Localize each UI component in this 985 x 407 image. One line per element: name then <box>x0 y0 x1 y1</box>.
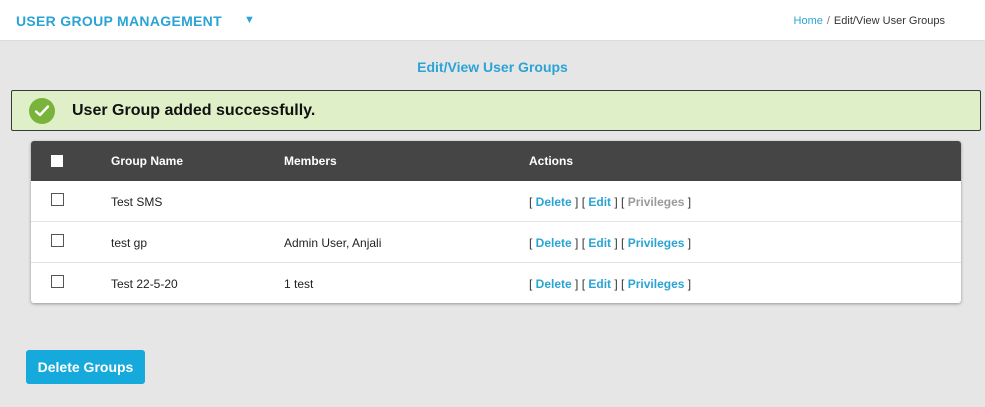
breadcrumb-current: Edit/View User Groups <box>833 15 945 27</box>
column-members: Members <box>284 154 337 168</box>
row-checkbox[interactable] <box>51 275 64 288</box>
group-members: 1 test <box>284 277 314 291</box>
top-bar: USER GROUP MANAGEMENT ▼ Home / Edit/View U… <box>0 0 985 41</box>
edit-link[interactable]: Edit <box>588 277 611 291</box>
breadcrumb-home-link[interactable]: Home <box>794 15 823 27</box>
row-actions: [ Delete ] [ Edit ] [ Privileges ] <box>529 277 692 291</box>
row-checkbox[interactable] <box>51 193 64 206</box>
select-all-checkbox[interactable] <box>51 155 63 167</box>
caret-down-icon[interactable]: ▼ <box>244 14 255 26</box>
delete-link[interactable]: Delete <box>536 236 572 250</box>
check-circle-icon <box>29 98 55 124</box>
group-members: Admin User, Anjali <box>284 236 382 250</box>
table-row: Test 22-5-20 1 test [ Delete ] [ Edit ] … <box>31 263 961 303</box>
alert-message: User Group added successfully. <box>72 102 316 119</box>
column-group-name: Group Name <box>111 154 184 168</box>
delete-groups-button[interactable]: Delete Groups <box>26 350 145 384</box>
module-title: USER GROUP MANAGEMENT <box>16 13 222 29</box>
privileges-link[interactable]: Privileges <box>628 236 685 250</box>
breadcrumb-separator: / <box>826 15 830 27</box>
table-header: Group Name Members Actions <box>31 141 961 181</box>
privileges-link[interactable]: Privileges <box>628 277 685 291</box>
success-alert: User Group added successfully. <box>11 90 981 131</box>
row-actions: [ Delete ] [ Edit ] [ Privileges ] <box>529 236 692 250</box>
table-row: Test SMS [ Delete ] [ Edit ] [ Privilege… <box>31 181 961 222</box>
privileges-link: Privileges <box>627 195 685 209</box>
table-row: test gp Admin User, Anjali [ Delete ] [ … <box>31 222 961 263</box>
breadcrumb: Home / Edit/View User Groups <box>794 15 945 27</box>
delete-link[interactable]: Delete <box>536 277 572 291</box>
column-actions: Actions <box>529 154 574 168</box>
page-title: Edit/View User Groups <box>417 59 568 75</box>
delete-link[interactable]: Delete <box>536 195 572 209</box>
user-groups-table: Group Name Members Actions Test SMS [ De… <box>31 141 961 303</box>
row-actions: [ Delete ] [ Edit ] [ Privileges ] <box>529 195 692 209</box>
group-name: Test SMS <box>111 195 163 209</box>
edit-link[interactable]: Edit <box>588 236 611 250</box>
group-name: test gp <box>111 236 148 250</box>
edit-link[interactable]: Edit <box>588 195 611 209</box>
group-name: Test 22-5-20 <box>111 277 178 291</box>
row-checkbox[interactable] <box>51 234 64 247</box>
